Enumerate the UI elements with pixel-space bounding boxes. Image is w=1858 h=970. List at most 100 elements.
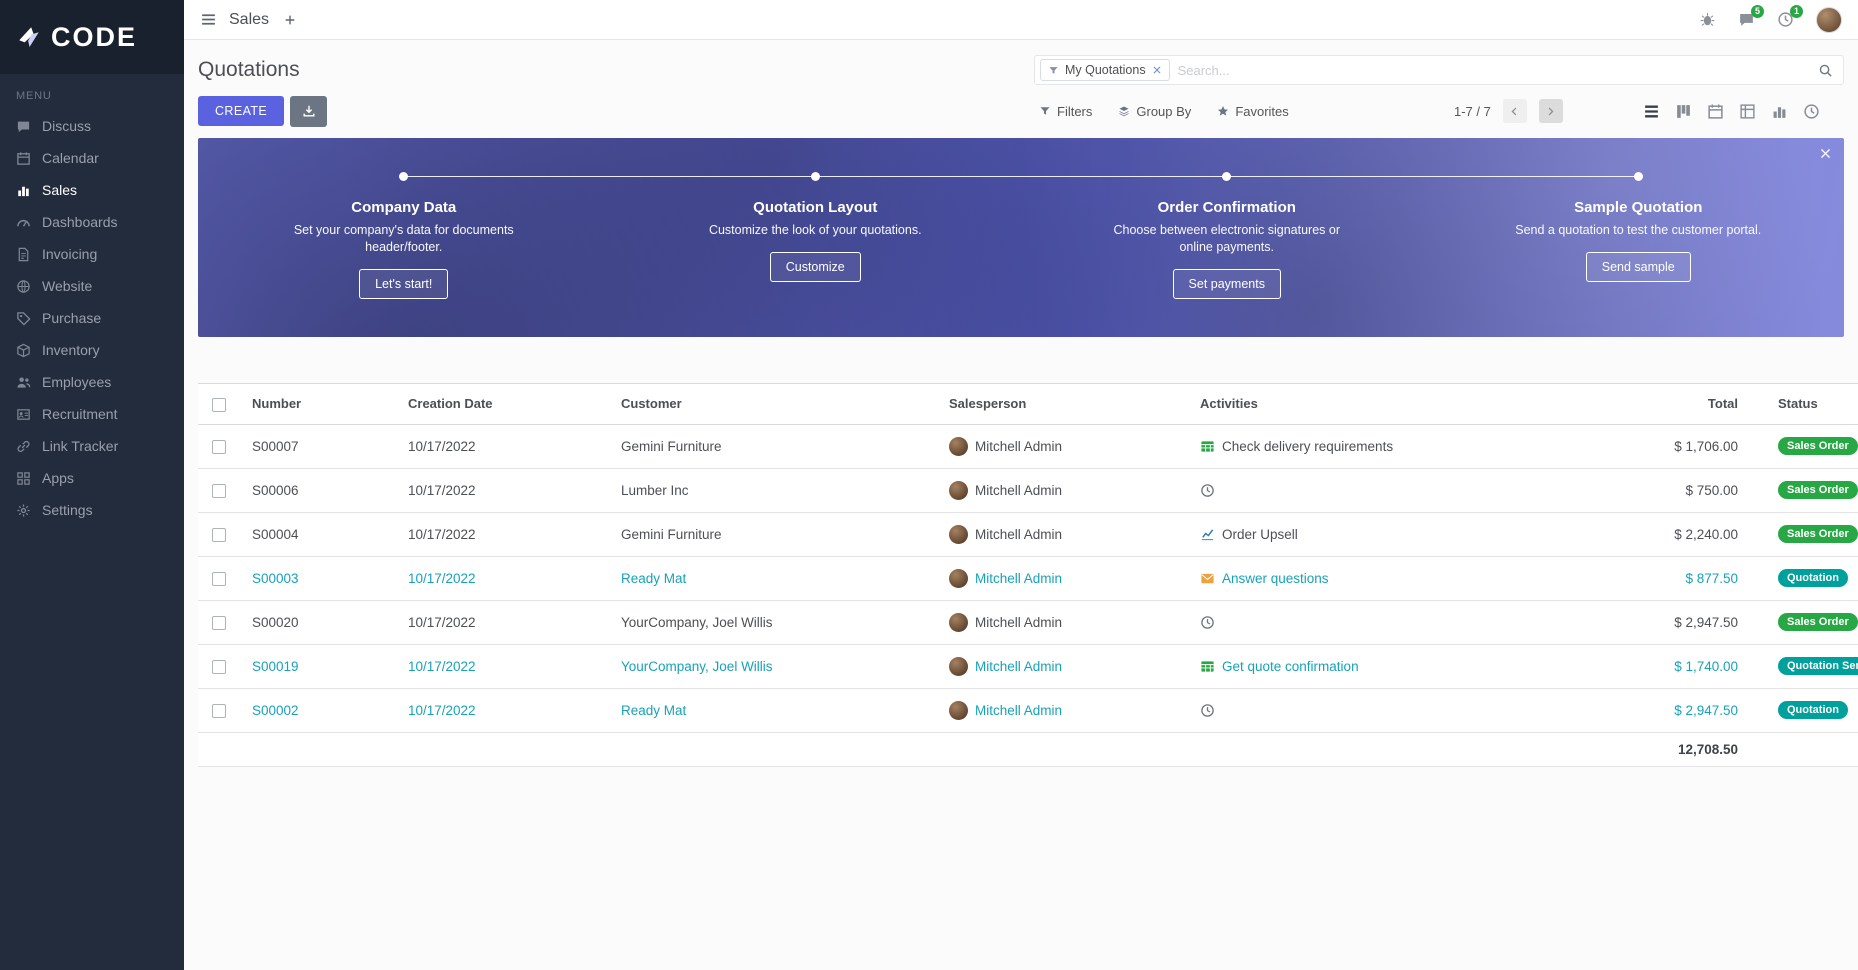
activity-spreadsheet-icon[interactable] bbox=[1200, 439, 1215, 454]
pager-previous-button[interactable] bbox=[1503, 99, 1527, 123]
table-row[interactable]: S00004 10/17/2022 Gemini Furniture Mitch… bbox=[198, 512, 1858, 556]
table-row[interactable]: S00002 10/17/2022 Ready Mat Mitchell Adm… bbox=[198, 688, 1858, 732]
search-icon[interactable] bbox=[1818, 63, 1833, 78]
sidebar-item-inventory[interactable]: Inventory bbox=[0, 334, 184, 366]
favorites-button[interactable]: Favorites bbox=[1217, 104, 1288, 119]
sidebar-item-dashboards[interactable]: Dashboards bbox=[0, 206, 184, 238]
status-badge: Sales Order bbox=[1778, 525, 1858, 543]
customize-button[interactable]: Customize bbox=[770, 252, 861, 282]
facet-remove-icon[interactable] bbox=[1152, 65, 1162, 75]
pivot-view-icon[interactable] bbox=[1739, 103, 1756, 120]
activity-chart-icon[interactable] bbox=[1200, 527, 1215, 542]
salesperson-name: Mitchell Admin bbox=[975, 659, 1062, 674]
row-checkbox[interactable] bbox=[212, 528, 226, 542]
chevron-right-icon bbox=[1545, 106, 1556, 117]
pager-next-button[interactable] bbox=[1539, 99, 1563, 123]
sidebar-item-employees[interactable]: Employees bbox=[0, 366, 184, 398]
header-creation-date[interactable]: Creation Date bbox=[388, 384, 601, 425]
row-checkbox[interactable] bbox=[212, 440, 226, 454]
export-button[interactable] bbox=[290, 96, 327, 127]
facet-label: My Quotations bbox=[1065, 63, 1146, 77]
cell-number: S00007 bbox=[232, 424, 388, 468]
messages-badge: 5 bbox=[1751, 5, 1764, 18]
header-customer[interactable]: Customer bbox=[601, 384, 929, 425]
messages-icon[interactable]: 5 bbox=[1738, 11, 1755, 28]
activities-clock-icon[interactable]: 1 bbox=[1777, 11, 1794, 28]
cell-customer: Lumber Inc bbox=[601, 468, 929, 512]
header-salesperson[interactable]: Salesperson bbox=[929, 384, 1180, 425]
add-tab-icon[interactable] bbox=[283, 13, 297, 27]
cell-salesperson: Mitchell Admin bbox=[929, 424, 1180, 468]
sidebar-nav: Discuss Calendar Sales Dashboards Invoic… bbox=[0, 110, 184, 526]
cell-activity: Order Upsell bbox=[1180, 512, 1578, 556]
row-checkbox[interactable] bbox=[212, 704, 226, 718]
filters-button[interactable]: Filters bbox=[1039, 104, 1092, 119]
sidebar-item-apps[interactable]: Apps bbox=[0, 462, 184, 494]
onboarding-step-quotation-layout: Quotation Layout Customize the look of y… bbox=[610, 172, 1022, 299]
search-input[interactable] bbox=[1178, 63, 1818, 78]
sidebar-item-discuss[interactable]: Discuss bbox=[0, 110, 184, 142]
table-row[interactable]: S00019 10/17/2022 YourCompany, Joel Will… bbox=[198, 644, 1858, 688]
kanban-view-icon[interactable] bbox=[1675, 103, 1692, 120]
step-description: Set your company's data for documents he… bbox=[279, 222, 529, 256]
sidebar-item-label: Apps bbox=[42, 470, 74, 486]
app-logo[interactable]: CODE bbox=[0, 0, 184, 74]
schedule-activity-clock-icon[interactable] bbox=[1200, 703, 1215, 718]
cell-customer: YourCompany, Joel Willis bbox=[601, 600, 929, 644]
header-status[interactable]: Status bbox=[1758, 384, 1858, 425]
table-row[interactable]: S00006 10/17/2022 Lumber Inc Mitchell Ad… bbox=[198, 468, 1858, 512]
cell-salesperson: Mitchell Admin bbox=[929, 600, 1180, 644]
list-view-icon[interactable] bbox=[1643, 103, 1660, 120]
sidebar-item-link-tracker[interactable]: Link Tracker bbox=[0, 430, 184, 462]
sidebar-item-invoicing[interactable]: Invoicing bbox=[0, 238, 184, 270]
sidebar-item-settings[interactable]: Settings bbox=[0, 494, 184, 526]
sidebar-item-sales[interactable]: Sales bbox=[0, 174, 184, 206]
hamburger-menu-icon[interactable] bbox=[200, 11, 217, 28]
search-bar[interactable]: My Quotations bbox=[1034, 55, 1844, 85]
sidebar-item-recruitment[interactable]: Recruitment bbox=[0, 398, 184, 430]
logo-mark bbox=[16, 24, 42, 50]
topbar-right: 5 1 bbox=[1699, 7, 1842, 33]
search-facet-my-quotations[interactable]: My Quotations bbox=[1040, 59, 1170, 81]
table-row[interactable]: S00007 10/17/2022 Gemini Furniture Mitch… bbox=[198, 424, 1858, 468]
table-row[interactable]: S00003 10/17/2022 Ready Mat Mitchell Adm… bbox=[198, 556, 1858, 600]
sum-total: 12,708.50 bbox=[1578, 732, 1758, 766]
onboarding-step-sample-quotation: Sample Quotation Send a quotation to tes… bbox=[1433, 172, 1845, 299]
row-checkbox[interactable] bbox=[212, 616, 226, 630]
sidebar-item-calendar[interactable]: Calendar bbox=[0, 142, 184, 174]
calendar-view-icon[interactable] bbox=[1707, 103, 1724, 120]
chevron-left-icon bbox=[1509, 106, 1520, 117]
current-app-name[interactable]: Sales bbox=[229, 11, 269, 29]
header-activities[interactable]: Activities bbox=[1180, 384, 1578, 425]
cell-customer: Ready Mat bbox=[601, 556, 929, 600]
graph-view-icon[interactable] bbox=[1771, 103, 1788, 120]
header-total[interactable]: Total bbox=[1578, 384, 1758, 425]
cell-total: $ 2,240.00 bbox=[1578, 512, 1758, 556]
schedule-activity-clock-icon[interactable] bbox=[1200, 615, 1215, 630]
funnel-icon bbox=[1039, 105, 1051, 117]
row-checkbox[interactable] bbox=[212, 572, 226, 586]
cell-total: $ 2,947.50 bbox=[1578, 600, 1758, 644]
create-button[interactable]: CREATE bbox=[198, 96, 284, 126]
activity-spreadsheet-icon[interactable] bbox=[1200, 659, 1215, 674]
row-checkbox[interactable] bbox=[212, 484, 226, 498]
table-row[interactable]: S00020 10/17/2022 YourCompany, Joel Will… bbox=[198, 600, 1858, 644]
dashboards-icon bbox=[16, 215, 31, 230]
debug-bug-icon[interactable] bbox=[1699, 11, 1716, 28]
star-icon bbox=[1217, 105, 1229, 117]
activity-envelope-icon[interactable] bbox=[1200, 571, 1215, 586]
header-number[interactable]: Number bbox=[232, 384, 388, 425]
user-avatar[interactable] bbox=[1816, 7, 1842, 33]
sidebar-item-purchase[interactable]: Purchase bbox=[0, 302, 184, 334]
sidebar-item-website[interactable]: Website bbox=[0, 270, 184, 302]
salesperson-name: Mitchell Admin bbox=[975, 703, 1062, 718]
row-checkbox[interactable] bbox=[212, 660, 226, 674]
send-sample-button[interactable]: Send sample bbox=[1586, 252, 1691, 282]
lets-start-button[interactable]: Let's start! bbox=[359, 269, 448, 299]
table-footer-row: 12,708.50 bbox=[198, 732, 1858, 766]
schedule-activity-clock-icon[interactable] bbox=[1200, 483, 1215, 498]
select-all-checkbox[interactable] bbox=[212, 398, 226, 412]
activity-view-icon[interactable] bbox=[1803, 103, 1820, 120]
group-by-button[interactable]: Group By bbox=[1118, 104, 1191, 119]
set-payments-button[interactable]: Set payments bbox=[1173, 269, 1281, 299]
